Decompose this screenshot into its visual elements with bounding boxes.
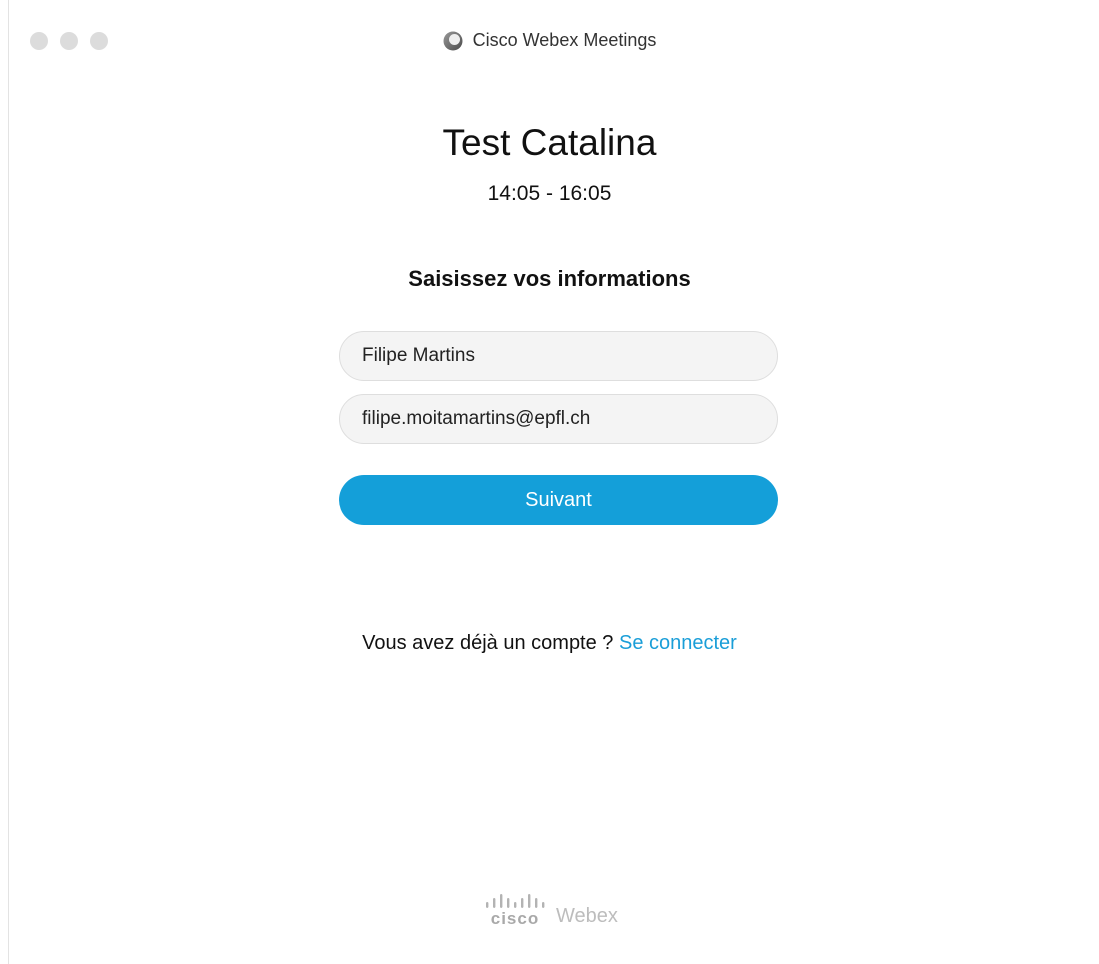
cisco-wordmark: cisco xyxy=(490,909,540,928)
email-input[interactable] xyxy=(339,394,778,444)
meeting-title: Test Catalina xyxy=(442,122,657,163)
webex-app-icon xyxy=(443,31,463,50)
webex-wordmark: Webex xyxy=(556,905,618,927)
meeting-time: 14:05 - 16:05 xyxy=(487,182,612,205)
webex-window: Cisco Webex Meetings Test Catalina 14:05… xyxy=(0,0,1099,964)
login-link[interactable]: Se connecter xyxy=(619,632,737,654)
next-button[interactable]: Suivant xyxy=(339,475,778,525)
account-prompt-text: Vous avez déjà un compte ? xyxy=(362,632,614,654)
form-heading: Saisissez vos informations xyxy=(408,266,691,291)
cisco-bridge-icon xyxy=(486,894,545,908)
account-prompt-line: Vous avez déjà un compte ? Se connecter xyxy=(0,632,1099,655)
window-title: Cisco Webex Meetings xyxy=(472,30,657,50)
title-bar: Cisco Webex Meetings xyxy=(0,30,1099,51)
cisco-logo: cisco xyxy=(484,894,546,927)
name-input[interactable] xyxy=(339,331,778,381)
cisco-webex-logo: cisco Webex xyxy=(484,894,618,927)
